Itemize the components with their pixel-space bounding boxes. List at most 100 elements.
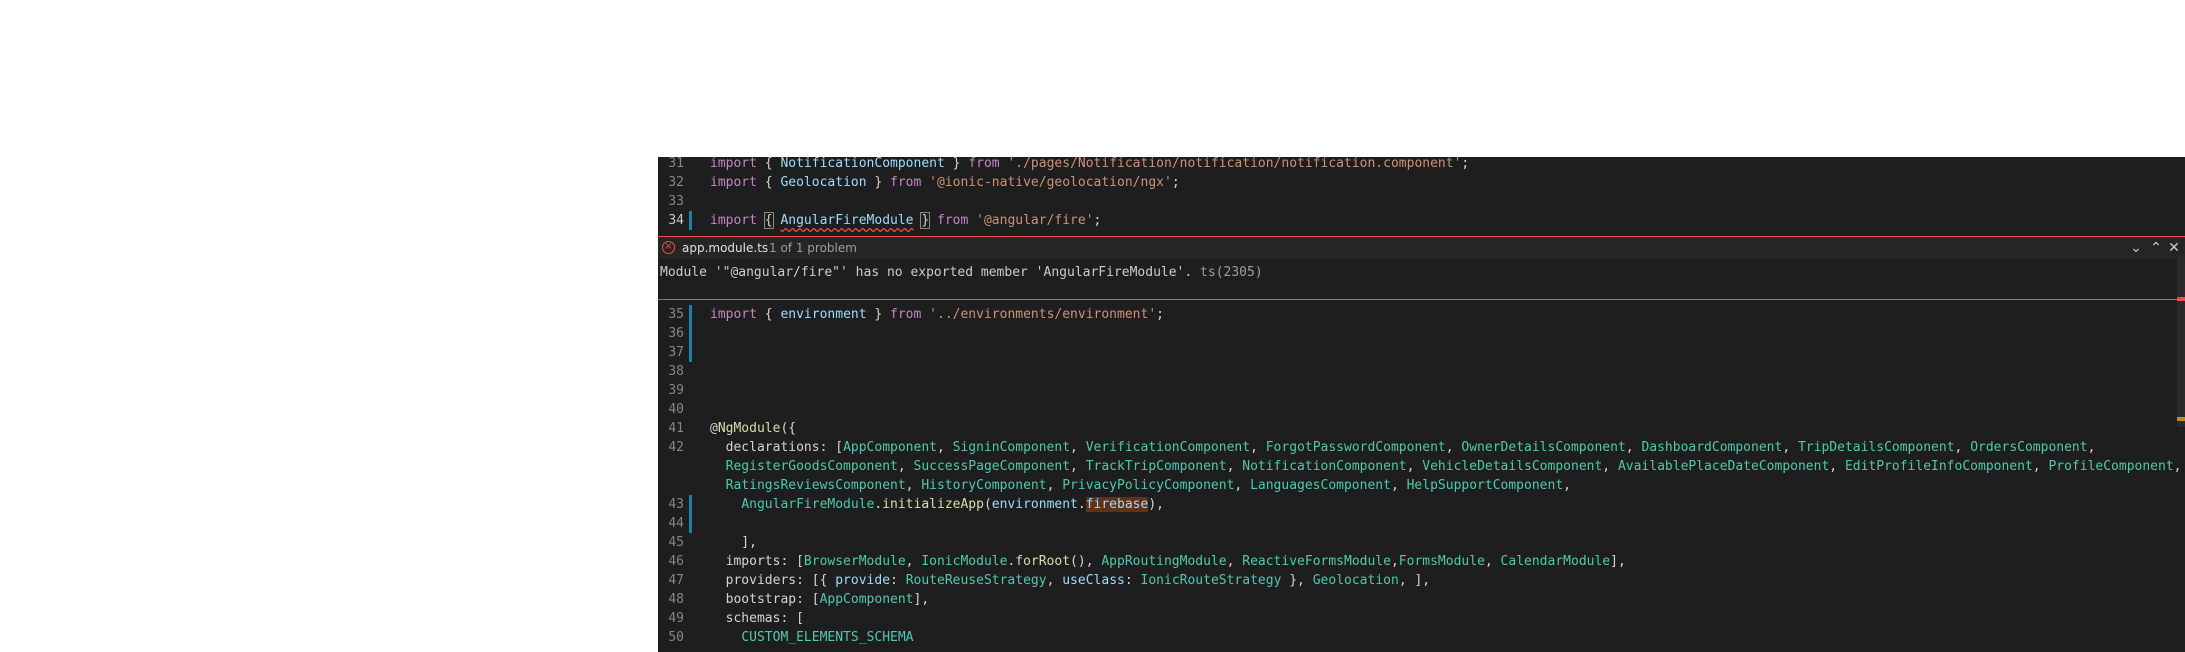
code-token: , (1563, 478, 1571, 493)
code-line[interactable]: AngularFireModule. initializeApp(environm… (710, 495, 1164, 514)
code-token: , (897, 459, 914, 474)
line-number: 47 (668, 573, 684, 588)
code-token: import (710, 213, 757, 228)
code-token: '../environments/environment' (929, 307, 1157, 322)
code-token: IonicModule (921, 554, 1008, 569)
line-number: 35 (668, 307, 684, 322)
code-token: OwnerDetailsComponent (1461, 440, 1626, 455)
code-token: initializeApp (882, 497, 984, 512)
code-token: providers: [{ (710, 573, 836, 588)
code-line[interactable]: RegisterGoodsComponent, SuccessPageCompo… (710, 457, 2182, 476)
line-number: 37 (668, 345, 684, 360)
code-token: } (944, 157, 969, 171)
code-token: , (905, 554, 922, 569)
code-token: , (1782, 440, 1798, 455)
code-token: { (763, 212, 774, 229)
line-number: 45 (668, 535, 684, 550)
code-token: ], (1610, 554, 1626, 569)
code-token: ; (1156, 307, 1164, 322)
code-token: NotificationComponent (1242, 459, 1407, 474)
code-token: AngularFireModule (780, 213, 914, 228)
code-token: }, (1281, 573, 1313, 588)
previous-problem-button[interactable]: ⌃ (2147, 239, 2165, 257)
code-token: forRoot (1015, 554, 1071, 569)
code-line[interactable]: import { NotificationComponent } from '.… (710, 157, 1469, 173)
code-token: { (756, 307, 781, 322)
code-token: AppComponent (843, 440, 937, 455)
line-number: 50 (668, 630, 684, 645)
code-editor[interactable]: 31 import { NotificationComponent } from … (658, 157, 2185, 652)
code-token: AppRoutingModule (1101, 554, 1227, 569)
code-token: provide (835, 573, 891, 588)
peek-problem-count: 1 of 1 problem (769, 241, 857, 255)
code-token: ; (1171, 175, 1180, 190)
code-token: , (905, 478, 922, 493)
code-token: useClass (1062, 573, 1125, 588)
code-token: ; (1461, 157, 1470, 171)
code-token: , (2173, 459, 2182, 474)
code-line[interactable]: imports: [BrowserModule, IonicModule.for… (710, 552, 1626, 571)
line-number: 40 (668, 402, 684, 417)
error-code-link[interactable]: ts(2305) (1200, 265, 1263, 280)
code-line[interactable]: import { environment } from '../environm… (710, 305, 1164, 324)
gutter-modified-indicator[interactable] (689, 495, 692, 514)
close-icon: ✕ (2168, 240, 2180, 256)
code-token: } (866, 307, 891, 322)
code-token: ; (1093, 213, 1102, 228)
code-token: ], (710, 535, 757, 550)
code-line[interactable]: @NgModule({ (710, 419, 796, 438)
vertical-scrollbar[interactable] (2177, 257, 2185, 427)
line-number: 38 (668, 364, 684, 379)
code-line[interactable]: ], (710, 533, 757, 552)
code-line[interactable]: import { Geolocation } from '@ionic-nati… (710, 173, 1180, 192)
code-token: SigninComponent (952, 440, 1071, 455)
code-line[interactable]: bootstrap: [AppComponent], (710, 590, 930, 609)
code-token: FormsModule (1398, 554, 1485, 569)
line-number: 44 (668, 516, 684, 531)
code-token: ({ (780, 421, 797, 436)
gutter-modified-indicator[interactable] (689, 305, 692, 324)
code-token: '@angular/fire' (976, 213, 1094, 228)
close-peek-button[interactable]: ✕ (2165, 239, 2183, 257)
code-token: CalendarModule (1500, 554, 1611, 569)
line-number: 48 (668, 592, 684, 607)
code-line[interactable]: CUSTOM_ELEMENTS_SCHEMA (710, 628, 913, 647)
line-number: 46 (668, 554, 684, 569)
gutter-modified-indicator[interactable] (689, 324, 692, 343)
code-token: AppComponent (819, 592, 914, 607)
code-token: } (866, 175, 891, 190)
code-token: : (890, 573, 906, 588)
code-token: Geolocation (780, 175, 867, 190)
gutter-modified-indicator[interactable] (689, 514, 692, 533)
code-token: Geolocation (1312, 573, 1399, 588)
code-line[interactable]: RatingsReviewsComponent, HistoryComponen… (710, 476, 1571, 495)
code-token: , (2087, 440, 2096, 455)
code-token: SuccessPageComponent (913, 459, 1071, 474)
code-token: ForgotPasswordComponent (1265, 440, 1446, 455)
code-line[interactable]: import { AngularFireModule } from '@angu… (710, 211, 1101, 230)
code-line[interactable]: schemas: [ (710, 609, 804, 628)
code-token: } (920, 212, 931, 229)
gutter-modified-indicator[interactable] (689, 211, 692, 230)
code-token: , (2032, 459, 2049, 474)
next-problem-button[interactable]: ⌄ (2127, 239, 2145, 257)
code-line[interactable]: providers: [{ provide: RouteReuseStrateg… (710, 571, 1430, 590)
peek-header: × app.module.ts 1 of 1 problem ⌄ ⌃ ✕ (658, 237, 2185, 259)
code-token: ( (983, 497, 992, 512)
code-token: , (1226, 554, 1243, 569)
problem-peek-widget: × app.module.ts 1 of 1 problem ⌄ ⌃ ✕ Mod… (658, 236, 2185, 300)
code-token: ProfileComponent (2048, 459, 2174, 474)
code-token: environment (991, 497, 1078, 512)
code-token: './pages/Notification/notification/notif… (1007, 157, 1462, 171)
code-token: . (1077, 497, 1086, 512)
gutter-modified-indicator[interactable] (689, 343, 692, 362)
code-token: schemas: [ (710, 611, 804, 626)
code-token: from (890, 307, 922, 322)
line-number: 31 (668, 157, 684, 171)
code-line[interactable]: declarations: [AppComponent, SigninCompo… (710, 438, 2096, 457)
code-token: import (710, 175, 757, 190)
